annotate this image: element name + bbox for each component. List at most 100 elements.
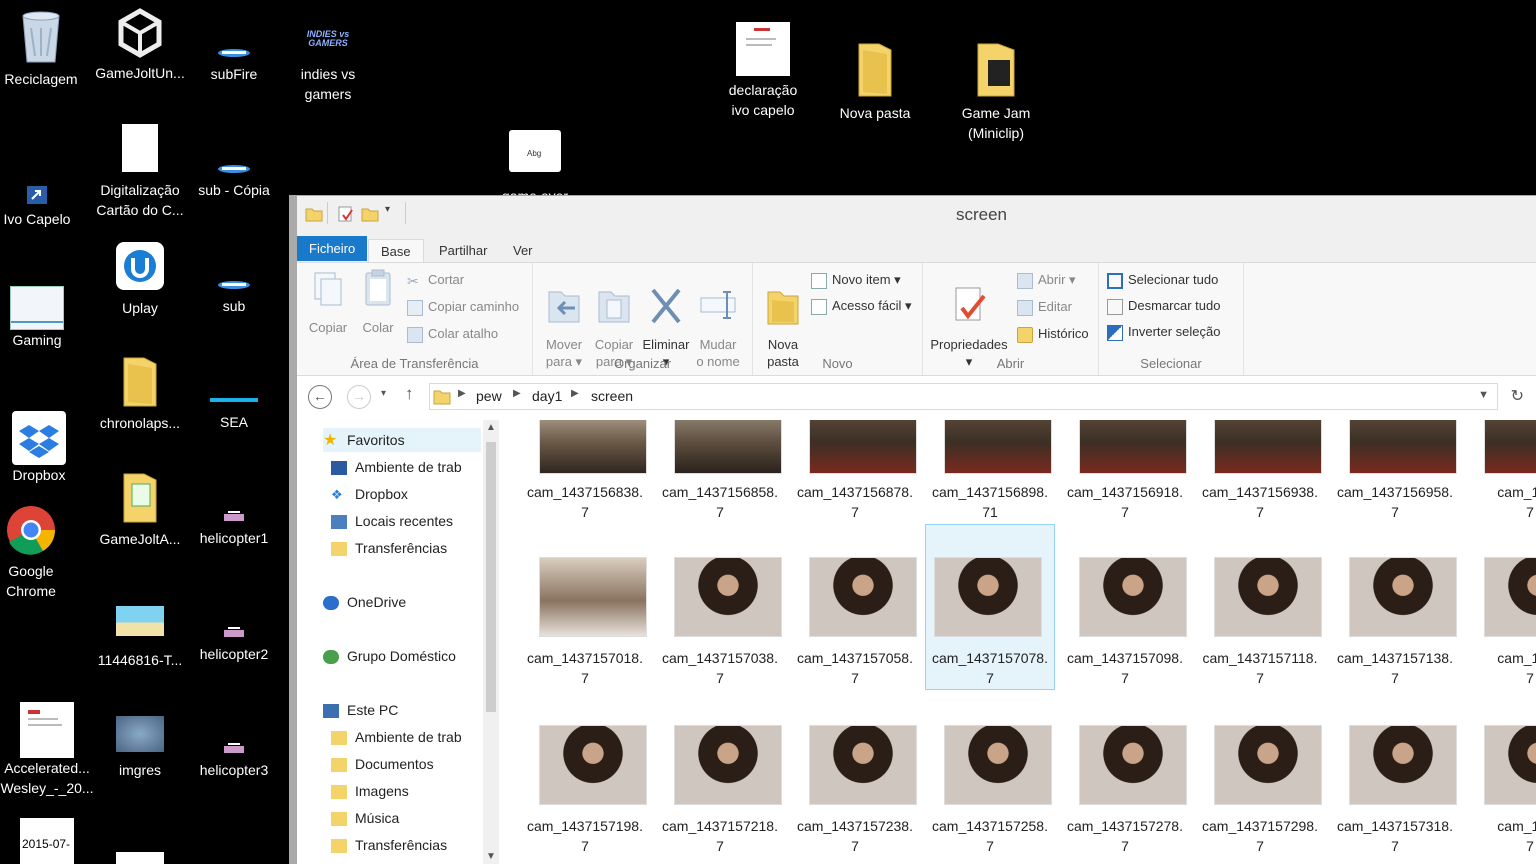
breadcrumb-screen[interactable]: screen [591,388,633,404]
nav-scroll-thumb[interactable] [486,442,496,712]
history-button[interactable]: Histórico [1017,323,1089,345]
imgres-image-icon[interactable]: imgres [92,716,188,780]
beach-image-icon[interactable]: 11446816-T... [92,606,188,670]
open-button[interactable]: Abrir ▾ [1017,269,1076,291]
up-arrow-icon[interactable]: ↑ [405,384,414,404]
address-history-chevron-icon[interactable]: ▼ [1478,389,1489,401]
easy-access-button[interactable]: Acesso fácil ▾ [811,295,912,317]
move-to-button[interactable]: Mover para ▾ [539,269,589,370]
file-item[interactable]: cam_1437157298. 7 [1195,692,1325,858]
nav-dropbox[interactable]: ❖ Dropbox [331,482,408,506]
accelerated-doc-icon[interactable]: Accelerated... Wesley_-_20... [0,702,95,798]
nav-pc-desktop[interactable]: Ambiente de trab [331,725,462,749]
dropbox-logo [19,425,59,458]
helicopter3-icon[interactable]: helicopter3 [186,740,282,780]
breadcrumb-separator-icon[interactable]: ▶ [571,388,579,399]
select-none-button[interactable]: Desmarcar tudo [1107,295,1220,317]
desktop-icon-label: Uplay [122,300,158,316]
file-item[interactable]: cam_1437157258. 7 [925,692,1055,858]
nav-recent-places[interactable]: Locais recentes [331,509,453,533]
recent-locations-chevron-icon[interactable]: ▾ [381,388,386,399]
dropbox-shortcut[interactable]: Dropbox [0,411,87,485]
copy-to-button[interactable]: Copiar para ▾ [589,269,639,370]
file-item[interactable]: cam_1437157318. 7 [1330,692,1460,858]
gaming-shortcut[interactable]: Gaming [0,286,85,350]
rename-button[interactable]: Mudar o nome [693,269,743,370]
nav-label: Dropbox [355,486,408,502]
new-item-button[interactable]: Novo item ▾ [811,269,901,291]
uplay-shortcut[interactable]: Uplay [92,242,188,318]
gamejolt-api-folder-icon[interactable]: GameJoltA... [92,470,188,549]
nav-favorites[interactable]: ★ Favoritos [323,428,481,452]
breadcrumb-separator-icon[interactable]: ▶ [458,388,466,399]
delete-button[interactable]: Eliminar ▾ [641,269,691,370]
helicopter2-icon[interactable]: helicopter2 [186,624,282,664]
file-item[interactable]: cam_1437157198. 7 [520,692,650,858]
nav-pane-scrollbar[interactable]: ▲ ▼ [483,420,499,864]
address-bar[interactable]: ▶ pew ▶ day1 ▶ screen ▼ [429,383,1498,410]
chrome-shortcut[interactable]: Google Chrome [0,504,79,601]
nav-pictures[interactable]: Imagens [331,779,409,803]
select-all-button[interactable]: Selecionar tudo [1107,269,1218,291]
tab-base[interactable]: Base [368,239,424,263]
subfire-icon[interactable]: subFire [186,44,282,84]
tab-ficheiro[interactable]: Ficheiro [297,236,368,261]
chronolapse-folder-icon[interactable]: chronolaps... [92,354,188,433]
tab-ver[interactable]: Ver [501,239,545,262]
breadcrumb-separator-icon[interactable]: ▶ [513,388,521,399]
breadcrumb-day1[interactable]: day1 [532,388,562,404]
nav-documents[interactable]: Documentos [331,752,434,776]
refresh-icon[interactable]: ↻ [1511,386,1524,406]
copy-button[interactable]: Copiar [305,269,351,336]
scroll-down-chevron-icon[interactable]: ▼ [483,851,499,862]
sub-copia-icon[interactable]: sub - Cópia [186,160,282,200]
title-bar[interactable]: ▾ screen [297,196,1536,234]
nav-this-pc[interactable]: Este PC [323,698,398,722]
date-doc-icon[interactable]: 2015-07- [0,818,95,864]
nav-onedrive[interactable]: OneDrive [323,590,406,614]
back-arrow-icon[interactable]: ← [308,385,332,409]
digitalizacao-icon[interactable]: Digitalização Cartão do C... [92,124,188,220]
nav-desktop[interactable]: Ambiente de trab [331,455,462,479]
sub-icon[interactable]: sub [186,276,282,316]
sea-icon[interactable]: SEA [186,398,282,432]
tab-partilhar[interactable]: Partilhar [427,239,499,262]
file-item[interactable]: cam_1437157058. 7 [790,524,920,690]
paste-shortcut-button[interactable]: Colar atalho [407,323,498,345]
document-thumbnail-icon: 2015-07- [20,818,74,864]
breadcrumb-pew[interactable]: pew [476,388,502,404]
invert-selection-button[interactable]: Inverter seleção [1107,321,1221,343]
partial-doc-icon[interactable] [92,852,188,864]
properties-button[interactable]: Propriedades ▾ [927,269,1011,370]
nav-homegroup[interactable]: Grupo Doméstico [323,644,456,668]
scroll-up-chevron-icon[interactable]: ▲ [483,422,499,433]
file-item[interactable]: cam_1437157278. 7 [1060,692,1190,858]
nav-music[interactable]: Música [331,806,399,830]
file-item-selected[interactable]: cam_1437157078. 7 [925,524,1055,690]
cut-button[interactable]: ✂ Cortar [407,269,464,291]
paste-button[interactable]: Colar [355,269,401,336]
indies-vs-gamers-icon[interactable]: INDIES vs GAMERS indies vs gamers [280,30,376,104]
game-jam-folder-icon[interactable]: Game Jam (Miniclip) [948,40,1044,143]
file-item[interactable]: cam_1437157018. 7 [520,524,650,690]
file-item[interactable]: cam_1437 7 [1465,692,1536,858]
edit-button[interactable]: Editar [1017,296,1072,318]
helicopter1-icon[interactable]: helicopter1 [186,508,282,548]
copy-path-button[interactable]: Copiar caminho [407,296,519,318]
file-item[interactable]: cam_1437157118. 7 [1195,524,1325,690]
file-item[interactable]: cam_1437157038. 7 [655,524,785,690]
nova-pasta-folder-icon[interactable]: Nova pasta [827,40,923,123]
file-item[interactable]: cam_1437157098. 7 [1060,524,1190,690]
file-item[interactable]: cam_1437157138. 7 [1330,524,1460,690]
recycle-bin-icon[interactable]: Reciclagem [0,8,89,89]
nav-downloads[interactable]: Transferências [331,536,447,560]
file-item[interactable]: cam_1437 7 [1465,524,1536,690]
new-folder-button[interactable]: Nova pasta [759,269,807,370]
nav-pc-downloads[interactable]: Transferências [331,833,447,857]
forward-arrow-icon[interactable]: → [347,385,371,409]
file-item[interactable]: cam_1437157238. 7 [790,692,920,858]
file-item[interactable]: cam_1437157218. 7 [655,692,785,858]
ivo-capelo-shortcut[interactable]: Ivo Capelo [0,186,85,229]
declaracao-doc-icon[interactable]: declaração ivo capelo [715,22,811,120]
gamejolt-unity-icon[interactable]: GameJoltUn... [92,8,188,83]
